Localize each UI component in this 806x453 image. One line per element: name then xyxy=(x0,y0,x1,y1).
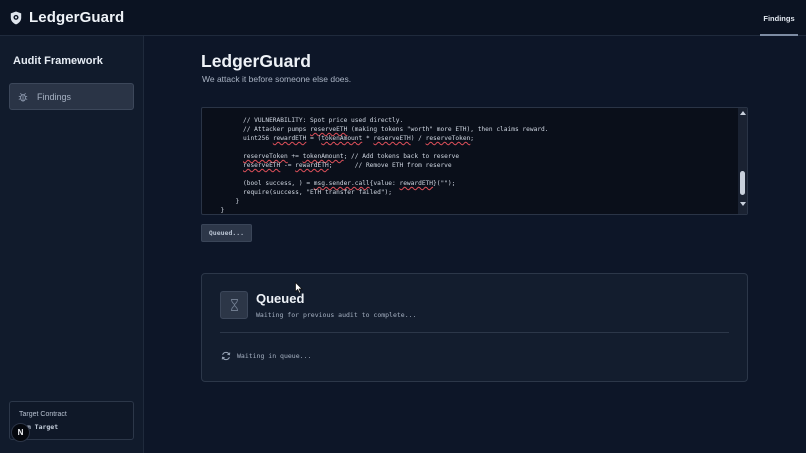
code-token-flagged: tokenAmount xyxy=(321,135,363,142)
code-token: uint256 xyxy=(243,135,273,142)
scroll-down-arrow-icon[interactable] xyxy=(739,202,746,206)
code-token: require(success, "ETH transfer failed"); xyxy=(243,189,393,196)
code-line: // Attacker pumps reserveETH (making tok… xyxy=(202,125,738,134)
mouse-cursor-icon xyxy=(295,282,303,294)
tab-findings-label: Findings xyxy=(763,13,795,23)
sidebar-item-label: Findings xyxy=(37,91,72,102)
code-line: } xyxy=(202,197,738,206)
code-token: } xyxy=(235,198,240,205)
scroll-thumb[interactable] xyxy=(740,171,745,195)
status-subtitle: Waiting for previous audit to complete..… xyxy=(256,311,417,319)
code-token: ; xyxy=(470,135,475,142)
code-line: // VULNERABILITY: Spot price used direct… xyxy=(202,116,738,125)
queued-button[interactable]: Queued... xyxy=(201,224,252,242)
brand[interactable]: LedgerGuard xyxy=(10,9,124,26)
sidebar-item-findings[interactable]: Findings xyxy=(9,83,134,110)
status-card: Queued Waiting for previous audit to com… xyxy=(201,273,748,382)
page-title: LedgerGuard xyxy=(201,51,311,71)
code-token: // Attacker pumps xyxy=(243,126,311,133)
code-token: ; // Add tokens back to reserve xyxy=(343,153,460,160)
code-token-flagged: reserveETH xyxy=(373,135,411,142)
page-subtitle: We attack it before someone else does. xyxy=(202,74,352,84)
sidebar-title: Audit Framework xyxy=(13,55,103,67)
code-line: require(success, "ETH transfer failed"); xyxy=(202,188,738,197)
code-token: += xyxy=(287,153,303,160)
code-token-flagged: reserveToken xyxy=(243,153,288,160)
code-token-flagged: rewardETH xyxy=(399,180,434,187)
code-token: }(""); xyxy=(433,180,456,187)
code-token: {value: xyxy=(369,180,400,187)
hourglass-glyph xyxy=(230,299,238,311)
code-token: (making tokens "worth" more ETH), then c… xyxy=(347,126,549,133)
code-line: uint256 rewardETH = (tokenAmount * reser… xyxy=(202,134,738,143)
code-token: -= xyxy=(280,162,296,169)
code-line: reserveETH -= rewardETH; // Remove ETH f… xyxy=(202,161,738,170)
active-tab-indicator xyxy=(760,34,798,36)
code-lines: // VULNERABILITY: Spot price used direct… xyxy=(202,116,738,214)
code-scrollbar[interactable] xyxy=(738,108,747,214)
code-viewer[interactable]: // VULNERABILITY: Spot price used direct… xyxy=(201,107,748,215)
code-token-flagged: reserveETH xyxy=(310,126,348,133)
code-line: (bool success, ) = msg.sender.call{value… xyxy=(202,179,738,188)
code-token: * xyxy=(362,135,374,142)
code-token-flagged: rewardETH xyxy=(272,135,307,142)
code-token-flagged: reserveETH xyxy=(243,162,281,169)
tab-findings[interactable]: Findings xyxy=(760,0,798,36)
code-token: ; // Remove ETH from reserve xyxy=(328,162,452,169)
code-token: (bool success, ) = xyxy=(243,180,314,187)
code-token-flagged: tokenAmount xyxy=(302,153,344,160)
dev-tools-badge[interactable]: N xyxy=(11,423,30,442)
status-divider xyxy=(220,332,729,333)
code-token: // VULNERABILITY: Spot price used direct… xyxy=(243,117,404,124)
code-token: } xyxy=(220,207,225,214)
hourglass-icon xyxy=(220,291,248,319)
target-contract-label: Target Contract xyxy=(19,411,67,418)
shield-logo-icon xyxy=(10,11,22,24)
refresh-icon xyxy=(221,351,231,361)
top-bar: LedgerGuard Findings xyxy=(0,0,806,36)
scroll-up-arrow-icon[interactable] xyxy=(739,111,746,115)
queue-wait-row: Waiting in queue... xyxy=(221,351,311,361)
code-token: = ( xyxy=(306,135,322,142)
code-token-flagged: msg.sender.call xyxy=(313,180,370,187)
code-token: ) / xyxy=(410,135,426,142)
code-token-flagged: rewardETH xyxy=(295,162,329,169)
code-line: reserveToken += tokenAmount; // Add toke… xyxy=(202,152,738,161)
bug-icon xyxy=(18,92,28,101)
queue-wait-text: Waiting in queue... xyxy=(237,352,312,360)
app-name: LedgerGuard xyxy=(29,9,125,26)
code-line: } xyxy=(202,206,738,214)
sidebar: Audit Framework Findings Target Contract… xyxy=(0,36,144,453)
code-token-flagged: reserveToken xyxy=(425,135,471,142)
